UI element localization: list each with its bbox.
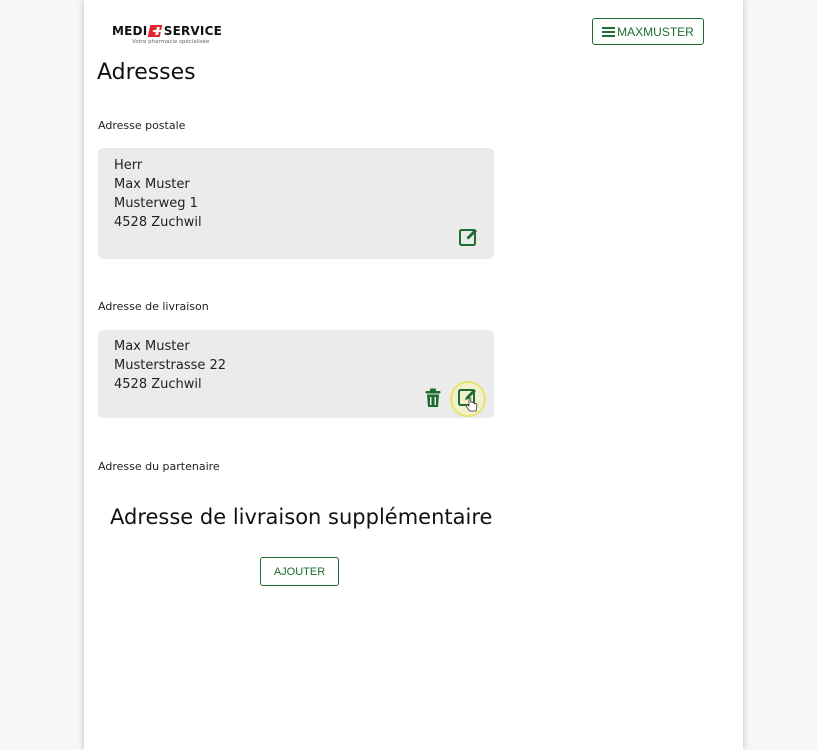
delivery-address-line: Musterstrasse 22 — [114, 358, 227, 373]
additional-delivery-address-heading: Adresse de livraison supplémentaire — [110, 505, 493, 529]
partner-address-label: Adresse du partenaire — [98, 460, 220, 473]
logo-wordmark: MEDI SERVICE — [112, 24, 222, 38]
logo-tagline: Votre pharmacie spécialisée — [132, 39, 210, 45]
logo-word-right: SERVICE — [163, 24, 222, 38]
postal-address-card: Herr Max Muster Musterweg 1 4528 Zuchwil — [98, 148, 494, 259]
edit-icon — [459, 229, 477, 246]
delete-delivery-address-button[interactable] — [425, 388, 441, 413]
postal-address-line: Herr — [114, 158, 143, 173]
page-title: Adresses — [97, 60, 196, 85]
postal-address-line: Max Muster — [114, 177, 190, 192]
postal-address-line: Musterweg 1 — [114, 196, 198, 211]
user-menu-button[interactable]: MAXMUSTER — [592, 18, 704, 45]
add-delivery-address-button[interactable]: AJOUTER — [260, 557, 339, 586]
delivery-address-line: Max Muster — [114, 339, 190, 354]
postal-address-line: 4528 Zuchwil — [114, 215, 202, 230]
postal-address-label: Adresse postale — [98, 119, 186, 132]
medi-service-logo[interactable]: MEDI SERVICE Votre pharmacie spécialisée — [112, 24, 222, 48]
edit-postal-address-button[interactable] — [458, 226, 480, 253]
logo-word-left: MEDI — [112, 24, 148, 38]
user-menu-label: MAXMUSTER — [617, 24, 694, 39]
delivery-address-card: Max Muster Musterstrasse 22 4528 Zuchwil — [98, 330, 494, 418]
trash-icon — [425, 388, 441, 407]
swiss-cross-icon — [148, 25, 164, 37]
delivery-address-label: Adresse de livraison — [98, 300, 209, 313]
page-container: MEDI SERVICE Votre pharmacie spécialisée… — [84, 0, 743, 750]
menu-icon — [602, 25, 616, 39]
mouse-cursor-icon — [465, 397, 479, 418]
